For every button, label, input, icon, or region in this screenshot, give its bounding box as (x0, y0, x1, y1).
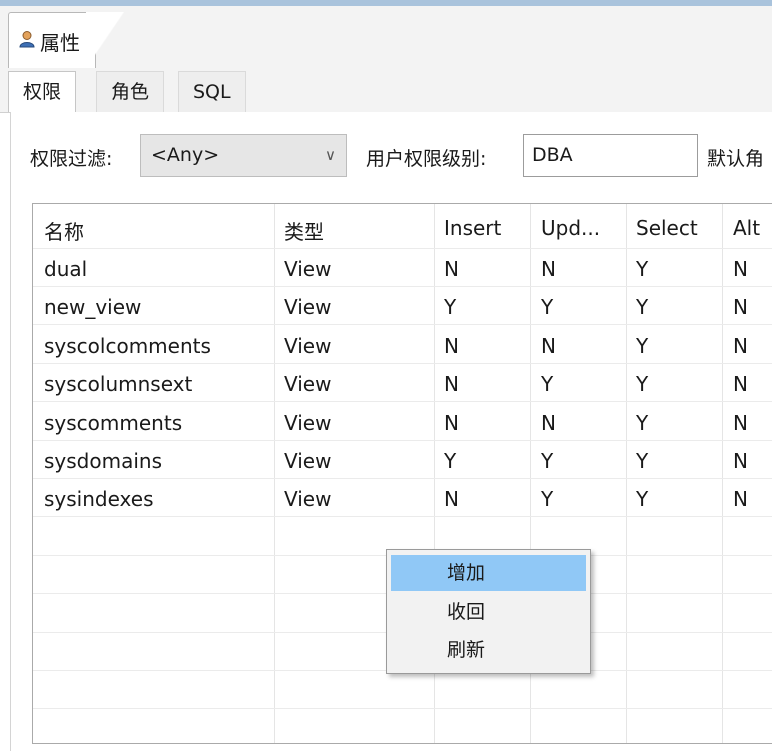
cell-name: syscomments (44, 411, 183, 435)
cell-type: View (284, 334, 332, 358)
column-divider (274, 204, 275, 743)
cell-alter: N (733, 372, 748, 396)
menu-item-add[interactable]: 增加 (391, 555, 586, 591)
subtab-bar: 权限 角色 SQL (0, 68, 772, 113)
privilege-filter-select[interactable]: <Any> ∨ (140, 134, 347, 177)
tab-sql[interactable]: SQL (178, 71, 246, 112)
user-level-label: 用户权限级别: (366, 148, 487, 170)
menu-item-label: 收回 (447, 601, 486, 623)
cell-type: View (284, 295, 332, 319)
cell-name: syscolumnsext (44, 372, 193, 396)
privilege-filter-value: <Any> (151, 144, 220, 166)
cell-update: N (541, 411, 556, 435)
menu-item-label: 刷新 (447, 639, 486, 661)
cell-alter: N (733, 334, 748, 358)
menu-item-revoke[interactable]: 收回 (391, 594, 586, 630)
column-header-select[interactable]: Select (636, 216, 698, 240)
column-header-alter[interactable]: Alt (733, 216, 760, 240)
cell-select: Y (636, 334, 649, 358)
cell-alter: N (733, 257, 748, 281)
row-divider (33, 363, 772, 364)
privilege-filter-label: 权限过滤: (30, 148, 113, 170)
view-tab-slant (86, 12, 124, 68)
cell-select: Y (636, 411, 649, 435)
menu-item-label: 增加 (447, 562, 486, 584)
cell-update: Y (541, 372, 554, 396)
cell-select: Y (636, 295, 649, 319)
chevron-down-icon: ∨ (325, 146, 336, 164)
row-divider (33, 516, 772, 517)
row-divider (33, 286, 772, 287)
cell-insert: N (444, 487, 459, 511)
cell-name: syscolcomments (44, 334, 211, 358)
row-divider (33, 248, 772, 249)
cell-name: sysdomains (44, 449, 162, 473)
cell-select: Y (636, 372, 649, 396)
cell-insert: N (444, 334, 459, 358)
cell-select: Y (636, 449, 649, 473)
column-header-type[interactable]: 类型 (284, 216, 324, 245)
user-level-field[interactable]: DBA (523, 134, 698, 177)
cell-type: View (284, 257, 332, 281)
cell-name: dual (44, 257, 88, 281)
user-icon (19, 31, 35, 48)
cell-type: View (284, 449, 332, 473)
cell-insert: N (444, 372, 459, 396)
cell-insert: N (444, 257, 459, 281)
row-divider (33, 708, 772, 709)
row-divider (33, 440, 772, 441)
cell-type: View (284, 372, 332, 396)
cell-type: View (284, 411, 332, 435)
cell-insert: Y (444, 449, 457, 473)
cell-update: Y (541, 295, 554, 319)
row-divider (33, 324, 772, 325)
cell-alter: N (733, 411, 748, 435)
cell-insert: Y (444, 295, 457, 319)
cell-update: Y (541, 449, 554, 473)
tab-privileges[interactable]: 权限 (8, 71, 77, 112)
cell-name: sysindexes (44, 487, 154, 511)
cell-update: N (541, 334, 556, 358)
cell-insert: N (444, 411, 459, 435)
row-divider (33, 478, 772, 479)
column-divider (626, 204, 627, 743)
cell-update: N (541, 257, 556, 281)
menu-item-refresh[interactable]: 刷新 (391, 632, 586, 668)
cell-alter: N (733, 449, 748, 473)
row-divider (33, 401, 772, 402)
view-title: 属性 (40, 31, 80, 55)
column-header-insert[interactable]: Insert (444, 216, 501, 240)
tab-roles[interactable]: 角色 (96, 71, 165, 112)
user-level-value: DBA (532, 144, 573, 166)
cell-update: Y (541, 487, 554, 511)
default-role-label: 默认角 (707, 148, 765, 170)
column-header-name[interactable]: 名称 (44, 216, 84, 245)
cell-type: View (284, 487, 332, 511)
cell-select: Y (636, 487, 649, 511)
cell-alter: N (733, 487, 748, 511)
context-menu: 增加 收回 刷新 (386, 549, 591, 674)
cell-alter: N (733, 295, 748, 319)
view-tab-bar (0, 6, 772, 69)
cell-select: Y (636, 257, 649, 281)
column-divider (722, 204, 723, 743)
column-header-update[interactable]: Upd... (541, 216, 600, 240)
cell-name: new_view (44, 295, 142, 319)
